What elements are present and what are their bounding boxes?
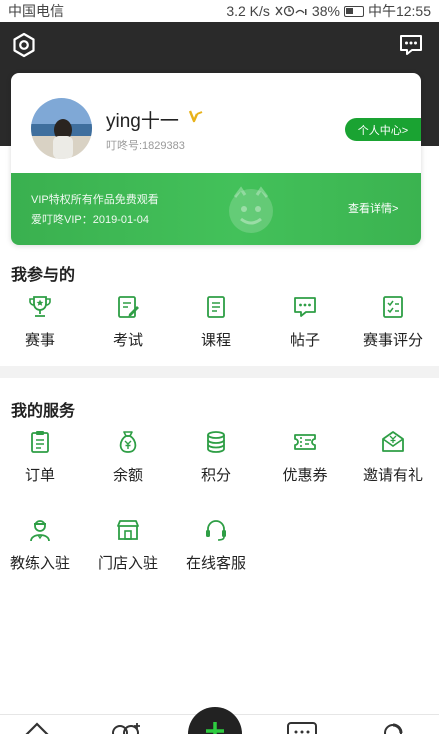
grid-item-invite[interactable]: 邀请有礼: [353, 429, 433, 485]
grid-item-points[interactable]: 积分: [176, 429, 256, 485]
grid-label: 邀请有礼: [362, 467, 423, 484]
grid-item-competition-score[interactable]: 赛事评分: [353, 294, 433, 350]
status-bar: 中国电信 3.2 K/s 38% 中午12:55: [0, 0, 439, 22]
support-headset-icon: [206, 520, 226, 541]
avatar-image: [31, 98, 92, 159]
grid-item-coach-join[interactable]: 教练入驻: [0, 517, 80, 573]
network-speed: 3.2 K/s: [226, 3, 270, 19]
points-coins-icon: [207, 431, 225, 453]
participated-title: 我参与的: [11, 267, 76, 284]
message-icon[interactable]: [398, 32, 424, 58]
home-icon[interactable]: [20, 719, 54, 734]
status-indicators: 3.2 K/s 38% 中午12:55: [226, 1, 431, 21]
community-icon[interactable]: [108, 719, 142, 734]
score-checklist-icon: [383, 296, 403, 318]
vip-banner[interactable]: VIP特权所有作品免费观看 爱叮咚VIP：2019-01-04 查看详情>: [11, 173, 421, 245]
plus-icon: [206, 722, 224, 734]
profile-card: ying十一 叮咚号:1829383 个人中心> VIP特权所有作品免费观看 爱…: [11, 73, 421, 245]
profile-nav-icon[interactable]: [376, 719, 410, 734]
grid-item-coupons[interactable]: 优惠券: [265, 429, 345, 485]
grid-label: 订单: [24, 467, 55, 484]
grid-label: 考试: [112, 332, 143, 349]
vip-detail-link[interactable]: 查看详情>: [348, 200, 398, 216]
vip-privilege-text: VIP特权所有作品免费观看: [31, 194, 159, 206]
grid-label: 赛事: [24, 332, 55, 349]
battery-icon: [343, 5, 364, 17]
bottom-nav: [0, 707, 439, 734]
services-title: 我的服务: [11, 403, 76, 420]
grid-label: 帖子: [289, 332, 320, 349]
grid-label: 赛事评分: [362, 332, 423, 349]
balance-moneybag-icon: [119, 431, 137, 453]
clock: 中午12:55: [367, 3, 431, 19]
grid-item-course[interactable]: 课程: [176, 294, 256, 350]
course-doc-icon: [207, 296, 225, 318]
grid-label: 门店入驻: [97, 555, 158, 572]
coupon-ticket-icon: [294, 434, 316, 450]
grid-label: 优惠券: [282, 467, 328, 484]
store-icon: [117, 520, 139, 540]
section-divider: [0, 366, 439, 378]
coach-person-icon: [30, 520, 50, 542]
vip-badge-icon: [188, 110, 203, 123]
post-chat-icon: [294, 297, 316, 317]
grid-item-online-support[interactable]: 在线客服: [176, 517, 256, 573]
grid-item-orders[interactable]: 订单: [0, 429, 80, 485]
grid-item-posts[interactable]: 帖子: [265, 294, 345, 350]
grid-label: 课程: [200, 332, 231, 349]
trophy-icon: [29, 296, 51, 317]
grid-item-balance[interactable]: 余额: [88, 429, 168, 485]
grid-label: 余额: [112, 467, 143, 484]
battery-percent: 38%: [311, 3, 340, 19]
username: ying十一: [106, 111, 179, 132]
personal-center-button[interactable]: 个人中心>: [345, 118, 421, 141]
messages-nav-icon[interactable]: [285, 719, 319, 734]
mascot-icon: [229, 186, 273, 233]
grid-item-exam[interactable]: 考试: [88, 294, 168, 350]
grid-label: 在线客服: [185, 555, 246, 572]
order-clipboard-icon: [31, 431, 49, 453]
invite-envelope-icon: [382, 431, 404, 452]
avatar[interactable]: [31, 98, 92, 159]
settings-hexagon-icon[interactable]: [11, 32, 37, 58]
create-button[interactable]: [188, 707, 242, 734]
grid-label: 教练入驻: [9, 555, 70, 572]
vip-expiry-text: 爱叮咚VIP：2019-01-04: [31, 214, 149, 226]
signal-icon: [275, 5, 307, 17]
user-id: 叮咚号:1829383: [106, 140, 185, 152]
grid-item-competition[interactable]: 赛事: [0, 294, 80, 350]
grid-item-store-join[interactable]: 门店入驻: [88, 517, 168, 573]
exam-edit-icon: [118, 296, 139, 318]
grid-label: 积分: [200, 467, 231, 484]
carrier-label: 中国电信: [8, 3, 64, 19]
